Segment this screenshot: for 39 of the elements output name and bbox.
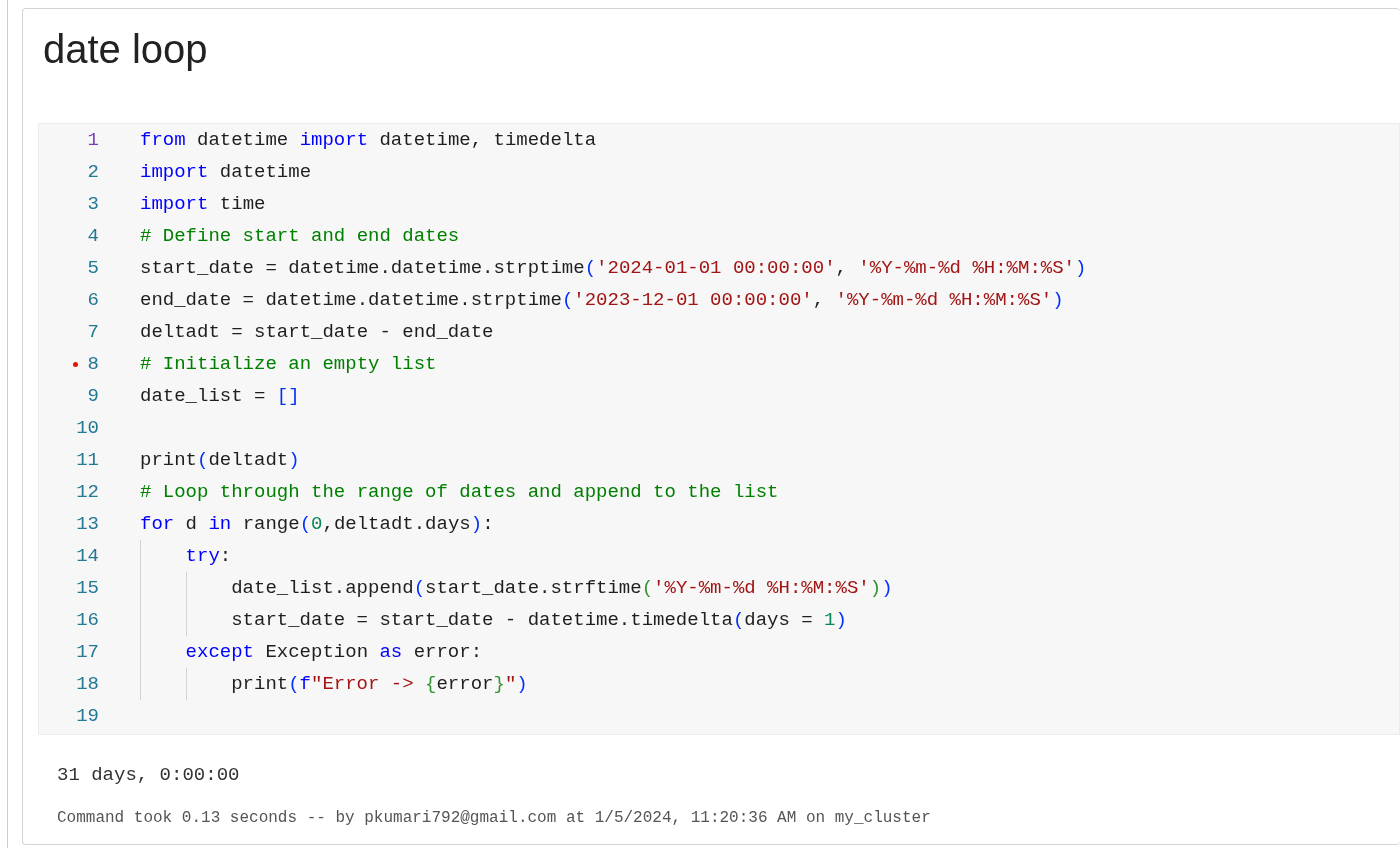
line-number: 9 xyxy=(87,383,99,409)
line-number: 1 xyxy=(87,127,99,153)
code-line: print(deltadt) xyxy=(140,447,300,473)
line-number: 11 xyxy=(76,447,99,473)
code-line: # Initialize an empty list xyxy=(140,351,437,377)
line-number: 18 xyxy=(76,671,99,697)
line-number: 2 xyxy=(87,159,99,185)
command-info: Command took 0.13 seconds -- by pkumari792@gmail.com at 1/5/2024, 11:20:36 AM on my_cluster xyxy=(57,809,931,827)
cell-output: 31 days, 0:00:00 xyxy=(57,764,240,786)
code-line: deltadt = start_date - end_date xyxy=(140,319,494,345)
line-number: 16 xyxy=(76,607,99,633)
line-number: 5 xyxy=(87,255,99,281)
line-number: 13 xyxy=(76,511,99,537)
line-number: 14 xyxy=(76,543,99,569)
line-number: 19 xyxy=(76,703,99,729)
line-number: 15 xyxy=(76,575,99,601)
cell-title: date loop xyxy=(43,26,208,73)
line-number: 4 xyxy=(87,223,99,249)
line-number: 6 xyxy=(87,287,99,313)
code-line: # Loop through the range of dates and append to the list xyxy=(140,479,779,505)
line-number: 8 xyxy=(87,351,99,377)
line-number: 17 xyxy=(76,639,99,665)
code-line: try: xyxy=(185,543,232,569)
code-line: except Exception as error: xyxy=(185,639,483,665)
code-line: for d in range(0,deltadt.days): xyxy=(140,511,494,537)
code-line: import datetime xyxy=(140,159,312,185)
code-line: start_date = datetime.datetime.strptime('2024-01-01 00:00:00', '%Y-%m-%d %H:%M:%S') xyxy=(140,255,1087,281)
line-number: 3 xyxy=(87,191,99,217)
code-line: print(f"Error -> {error}") xyxy=(231,671,528,697)
line-number: 7 xyxy=(87,319,99,345)
code-line: end_date = datetime.datetime.strptime('2023-12-01 00:00:00', '%Y-%m-%d %H:%M:%S') xyxy=(140,287,1064,313)
code-line: from datetime import datetime, timedelta xyxy=(140,127,597,153)
code-line: date_list = [] xyxy=(140,383,300,409)
line-number: 10 xyxy=(76,415,99,441)
line-number: 12 xyxy=(76,479,99,505)
code-line: date_list.append(start_date.strftime('%Y-%m-%d %H:%M:%S')) xyxy=(231,575,893,601)
code-line: # Define start and end dates xyxy=(140,223,460,249)
code-line: import time xyxy=(140,191,266,217)
code-line: start_date = start_date - datetime.timedelta(days = 1) xyxy=(231,607,847,633)
